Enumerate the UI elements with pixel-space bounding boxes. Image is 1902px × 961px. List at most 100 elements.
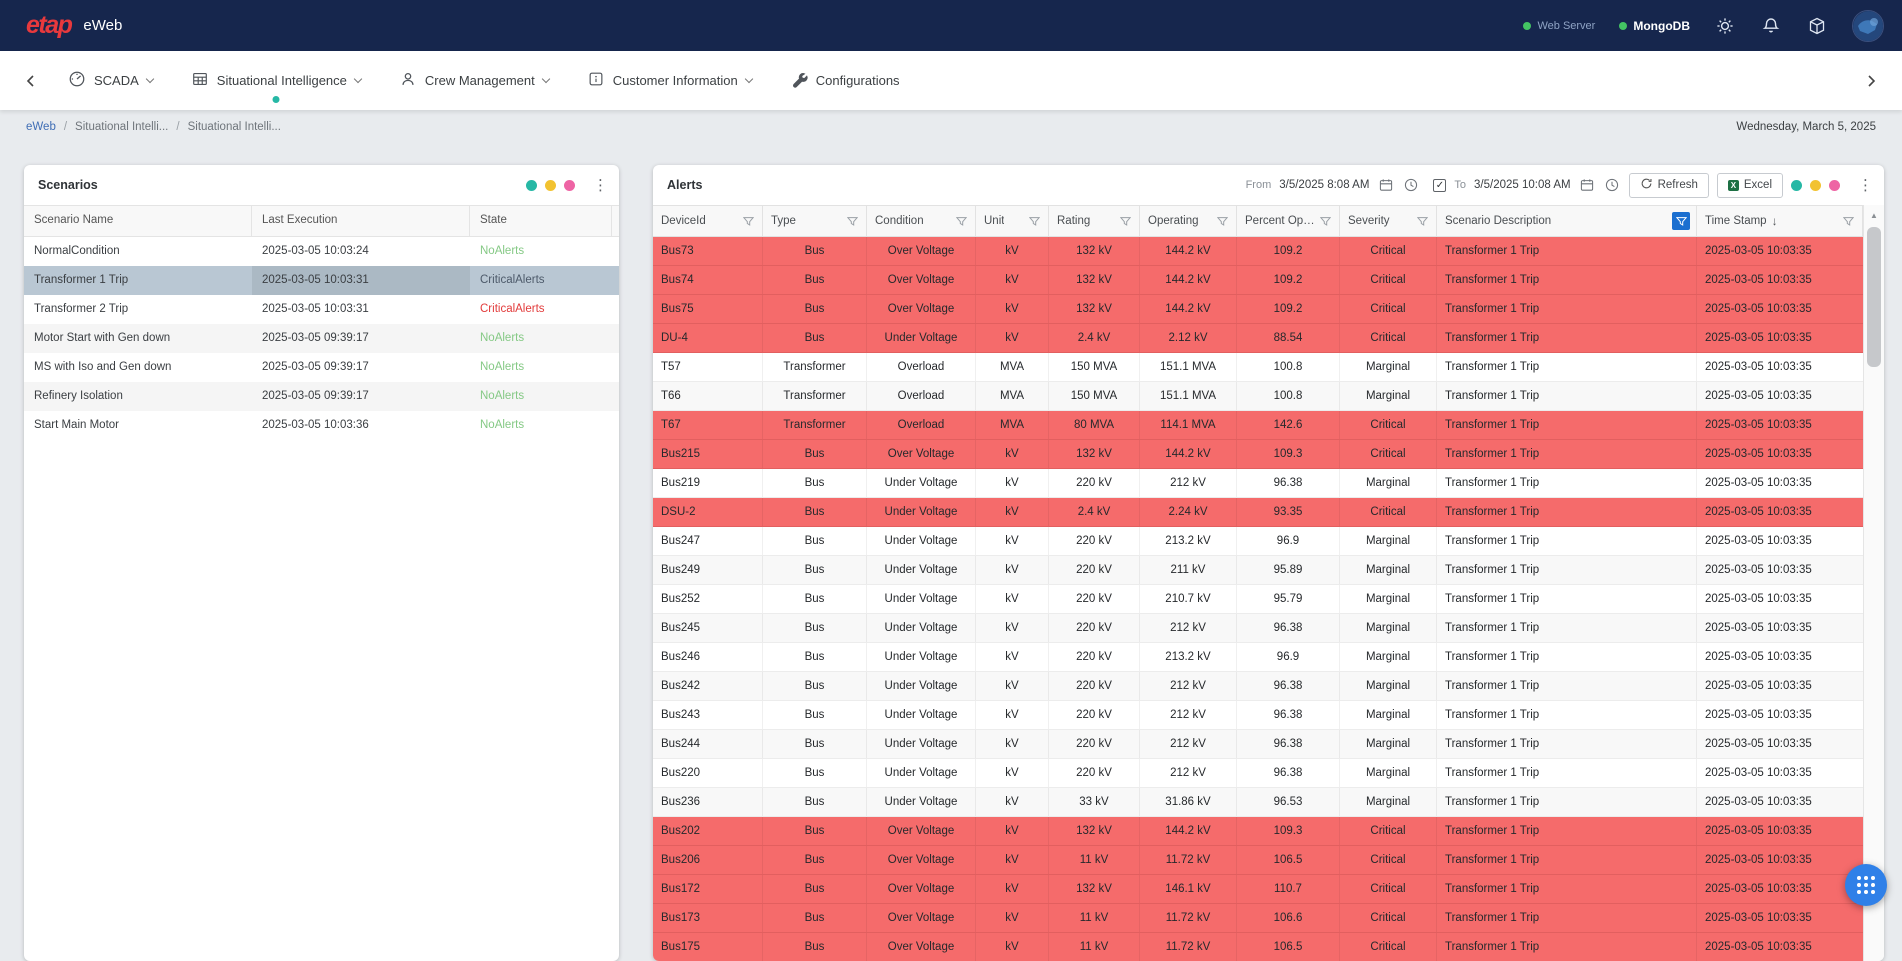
scrollbar-thumb[interactable]: [1867, 227, 1881, 367]
alerts-column-header[interactable]: Operating: [1140, 206, 1237, 236]
filter-icon[interactable]: [1117, 213, 1133, 229]
breadcrumb-item-current[interactable]: Situational Intelli...: [188, 121, 281, 133]
condition-cell: Over Voltage: [867, 237, 976, 265]
alerts-scrollbar[interactable]: [1863, 205, 1884, 961]
scenario-row[interactable]: NormalCondition2025-03-05 10:03:24NoAler…: [24, 237, 619, 266]
scenario-row[interactable]: Motor Start with Gen down2025-03-05 09:3…: [24, 324, 619, 353]
scenario-row[interactable]: Transformer 2 Trip2025-03-05 10:03:31Cri…: [24, 295, 619, 324]
kebab-menu-icon[interactable]: [1858, 176, 1872, 194]
alerts-column-header[interactable]: DeviceId: [653, 206, 763, 236]
rating-cell: 220 kV: [1049, 672, 1140, 700]
unit-cell: kV: [976, 701, 1049, 729]
alerts-column-header[interactable]: Rating: [1049, 206, 1140, 236]
avatar[interactable]: [1852, 10, 1884, 42]
alerts-column-header[interactable]: Type: [763, 206, 867, 236]
alert-row[interactable]: Bus202BusOver VoltagekV132 kV144.2 kV109…: [653, 817, 1863, 846]
pink-status-dot[interactable]: [1829, 180, 1840, 191]
to-enabled-checkbox[interactable]: [1433, 179, 1446, 192]
filter-icon[interactable]: [1214, 213, 1230, 229]
nav-back-chevron-icon[interactable]: [18, 68, 44, 94]
alert-row[interactable]: Bus246BusUnder VoltagekV220 kV213.2 kV96…: [653, 643, 1863, 672]
scrollbar-up-arrow-icon[interactable]: [1864, 205, 1884, 225]
gear-icon[interactable]: [1714, 15, 1736, 37]
scenarios-column-header[interactable]: Last Execution: [252, 206, 470, 236]
scenario-row[interactable]: Transformer 1 Trip2025-03-05 10:03:31Cri…: [24, 266, 619, 295]
alert-row[interactable]: Bus245BusUnder VoltagekV220 kV212 kV96.3…: [653, 614, 1863, 643]
alert-row[interactable]: Bus249BusUnder VoltagekV220 kV211 kV95.8…: [653, 556, 1863, 585]
scenario-row[interactable]: Start Main Motor2025-03-05 10:03:36NoAle…: [24, 411, 619, 440]
nav-item-customer-information[interactable]: Customer Information: [587, 51, 752, 110]
scenario-row[interactable]: Refinery Isolation2025-03-05 09:39:17NoA…: [24, 382, 619, 411]
breadcrumb-item-situational[interactable]: Situational Intelli...: [75, 121, 168, 133]
alerts-column-header[interactable]: Unit: [976, 206, 1049, 236]
filter-icon-active[interactable]: [1672, 212, 1690, 230]
alert-row[interactable]: Bus75BusOver VoltagekV132 kV144.2 kV109.…: [653, 295, 1863, 324]
clock-icon[interactable]: [1604, 177, 1621, 194]
alert-row[interactable]: T67TransformerOverloadMVA80 MVA114.1 MVA…: [653, 411, 1863, 440]
alert-row[interactable]: Bus74BusOver VoltagekV132 kV144.2 kV109.…: [653, 266, 1863, 295]
yellow-status-dot[interactable]: [545, 180, 556, 191]
calendar-icon[interactable]: [1579, 177, 1596, 194]
filter-icon[interactable]: [844, 213, 860, 229]
package-icon[interactable]: [1806, 15, 1828, 37]
alert-row[interactable]: Bus219BusUnder VoltagekV220 kV212 kV96.3…: [653, 469, 1863, 498]
nav-item-situational-intelligence[interactable]: Situational Intelligence: [191, 51, 361, 110]
filter-icon[interactable]: [1840, 213, 1856, 229]
calendar-icon[interactable]: [1377, 177, 1394, 194]
nav-item-crew-management[interactable]: Crew Management: [399, 51, 549, 110]
alert-row[interactable]: Bus73BusOver VoltagekV132 kV144.2 kV109.…: [653, 237, 1863, 266]
apps-launcher-button[interactable]: [1845, 864, 1887, 906]
scenarios-column-header[interactable]: State: [470, 206, 612, 236]
operating-cell: 144.2 kV: [1140, 237, 1237, 265]
alert-row[interactable]: Bus172BusOver VoltagekV132 kV146.1 kV110…: [653, 875, 1863, 904]
alert-row[interactable]: Bus236BusUnder VoltagekV33 kV31.86 kV96.…: [653, 788, 1863, 817]
kebab-menu-icon[interactable]: [593, 176, 607, 194]
alerts-column-header[interactable]: Scenario Description: [1437, 206, 1697, 236]
alerts-column-header[interactable]: Severity: [1340, 206, 1437, 236]
scenarios-column-header[interactable]: Scenario Name: [24, 206, 252, 236]
filter-icon[interactable]: [953, 213, 969, 229]
operating-cell: 2.24 kV: [1140, 498, 1237, 526]
alert-row[interactable]: Bus173BusOver VoltagekV11 kV11.72 kV106.…: [653, 904, 1863, 933]
filter-icon[interactable]: [1414, 213, 1430, 229]
alert-row[interactable]: Bus220BusUnder VoltagekV220 kV212 kV96.3…: [653, 759, 1863, 788]
condition-cell: Overload: [867, 382, 976, 410]
scenario-row[interactable]: MS with Iso and Gen down2025-03-05 09:39…: [24, 353, 619, 382]
pink-status-dot[interactable]: [564, 180, 575, 191]
alert-row[interactable]: T66TransformerOverloadMVA150 MVA151.1 MV…: [653, 382, 1863, 411]
refresh-button[interactable]: Refresh: [1629, 173, 1709, 198]
to-datetime-value[interactable]: 3/5/2025 10:08 AM: [1474, 179, 1571, 191]
yellow-status-dot[interactable]: [1810, 180, 1821, 191]
nav-forward-chevron-icon[interactable]: [1858, 68, 1884, 94]
scenario-description-cell: Transformer 1 Trip: [1437, 498, 1697, 526]
alert-row[interactable]: Bus215BusOver VoltagekV132 kV144.2 kV109…: [653, 440, 1863, 469]
from-datetime-value[interactable]: 3/5/2025 8:08 AM: [1279, 179, 1369, 191]
alerts-column-header[interactable]: Time Stamp↓: [1697, 206, 1863, 236]
alert-row[interactable]: Bus242BusUnder VoltagekV220 kV212 kV96.3…: [653, 672, 1863, 701]
teal-status-dot[interactable]: [1791, 180, 1802, 191]
filter-icon[interactable]: [1026, 213, 1042, 229]
teal-status-dot[interactable]: [526, 180, 537, 191]
etap-logo[interactable]: etap: [26, 11, 71, 40]
filter-icon[interactable]: [1317, 213, 1333, 229]
alert-row[interactable]: Bus243BusUnder VoltagekV220 kV212 kV96.3…: [653, 701, 1863, 730]
alert-row[interactable]: Bus206BusOver VoltagekV11 kV11.72 kV106.…: [653, 846, 1863, 875]
filter-icon[interactable]: [740, 213, 756, 229]
alert-row[interactable]: T57TransformerOverloadMVA150 MVA151.1 MV…: [653, 353, 1863, 382]
operating-cell: 114.1 MVA: [1140, 411, 1237, 439]
alert-row[interactable]: Bus252BusUnder VoltagekV220 kV210.7 kV95…: [653, 585, 1863, 614]
alerts-column-header[interactable]: Percent Ope...: [1237, 206, 1340, 236]
excel-export-button[interactable]: Excel: [1717, 173, 1783, 198]
alert-row[interactable]: Bus247BusUnder VoltagekV220 kV213.2 kV96…: [653, 527, 1863, 556]
breadcrumb-item-eweb[interactable]: eWeb: [26, 121, 56, 133]
nav-item-configurations[interactable]: Configurations: [790, 51, 900, 110]
alert-row[interactable]: DSU-2BusUnder VoltagekV2.4 kV2.24 kV93.3…: [653, 498, 1863, 527]
timestamp-cell: 2025-03-05 10:03:35: [1697, 846, 1863, 874]
alert-row[interactable]: Bus244BusUnder VoltagekV220 kV212 kV96.3…: [653, 730, 1863, 759]
alert-row[interactable]: Bus175BusOver VoltagekV11 kV11.72 kV106.…: [653, 933, 1863, 961]
alerts-column-header[interactable]: Condition: [867, 206, 976, 236]
alert-row[interactable]: DU-4BusUnder VoltagekV2.4 kV2.12 kV88.54…: [653, 324, 1863, 353]
nav-item-scada[interactable]: SCADA: [68, 51, 153, 110]
clock-icon[interactable]: [1402, 177, 1419, 194]
bell-icon[interactable]: [1760, 15, 1782, 37]
